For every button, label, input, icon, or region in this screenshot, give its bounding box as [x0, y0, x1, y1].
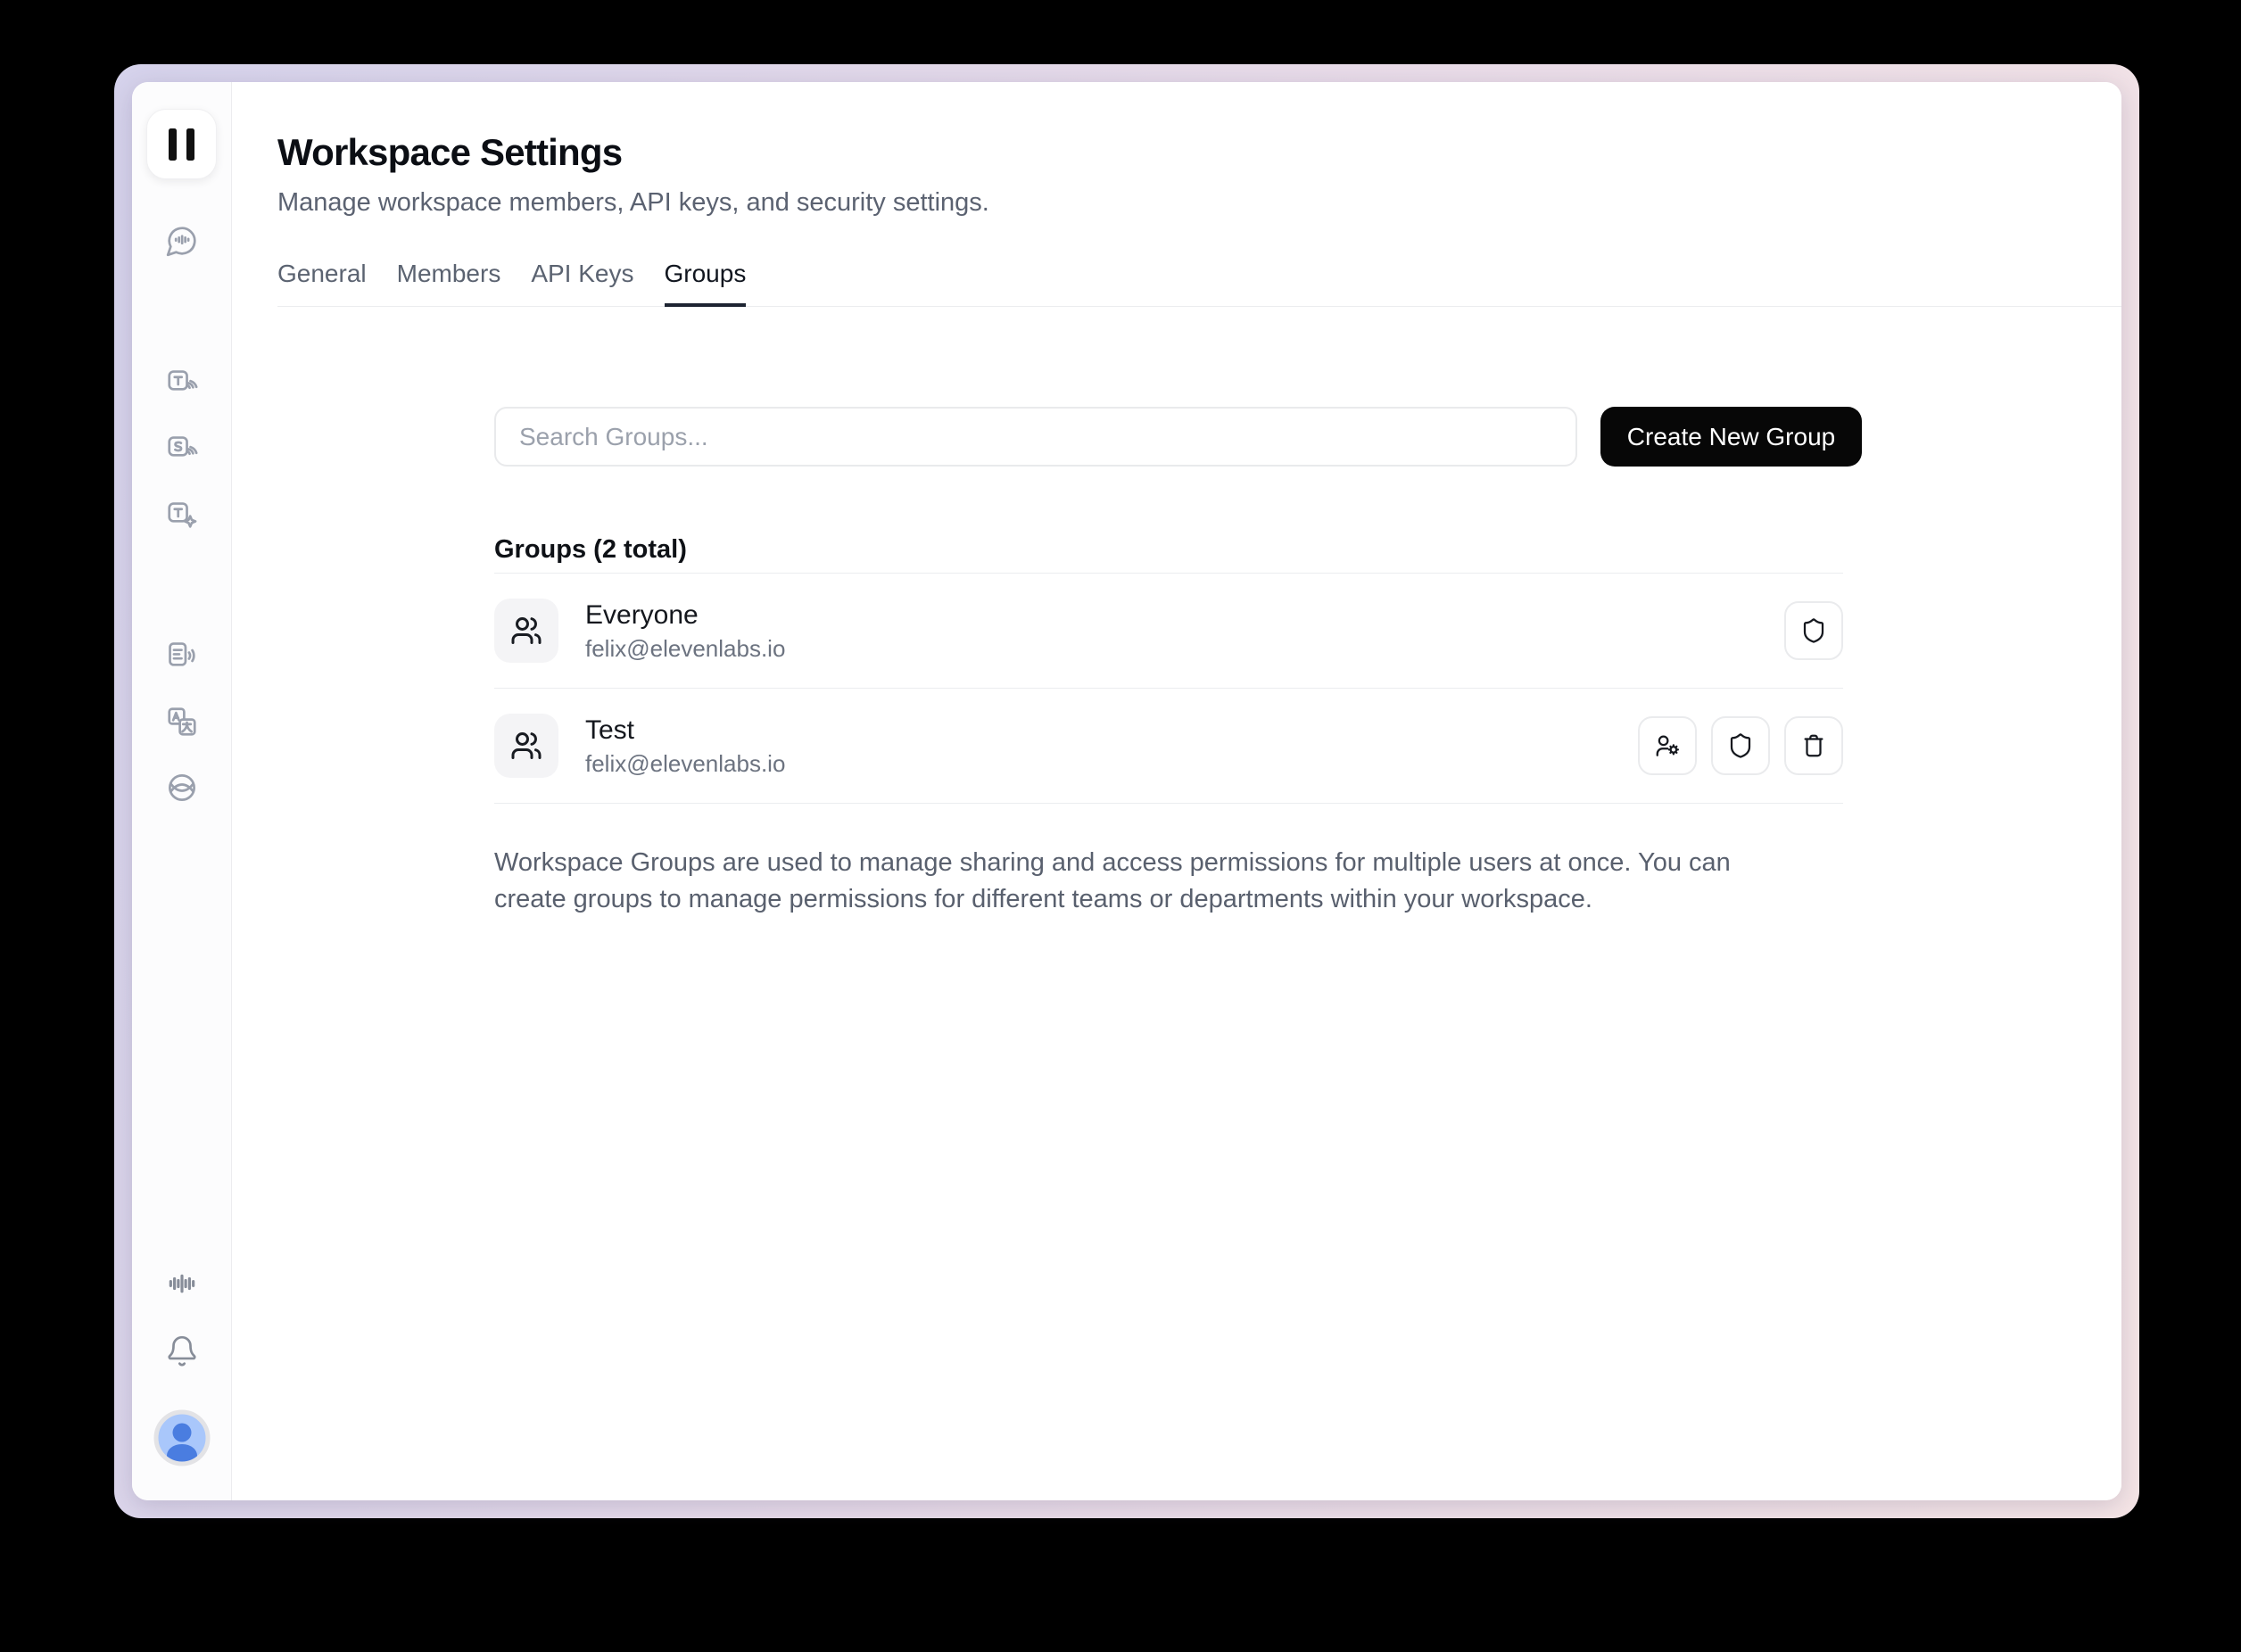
shield-icon	[1727, 732, 1754, 759]
user-cog-icon	[1654, 732, 1681, 759]
document-audio-icon[interactable]	[161, 635, 203, 676]
sidebar	[132, 82, 232, 1500]
row-actions	[1784, 601, 1843, 660]
globe-icon[interactable]	[161, 767, 203, 808]
translate-icon[interactable]	[161, 701, 203, 742]
groups-count-heading: Groups (2 total)	[494, 534, 1862, 565]
logo-bar	[169, 128, 177, 161]
speech-to-speech-icon[interactable]	[161, 429, 203, 470]
row-actions	[1638, 716, 1843, 775]
list-divider	[494, 803, 1843, 804]
search-groups-input[interactable]	[494, 407, 1577, 467]
user-avatar[interactable]	[153, 1409, 211, 1466]
manage-members-button[interactable]	[1638, 716, 1697, 775]
trash-icon	[1800, 732, 1827, 759]
group-avatar-tile	[494, 714, 558, 778]
tab-groups[interactable]: Groups	[665, 259, 747, 307]
tab-api-keys[interactable]: API Keys	[531, 259, 633, 307]
shield-icon	[1800, 617, 1827, 644]
settings-tabs: General Members API Keys Groups	[277, 259, 2121, 307]
permissions-shield-button[interactable]	[1711, 716, 1770, 775]
page-header: Workspace Settings Manage workspace memb…	[232, 82, 2121, 307]
main-panel: Workspace Settings Manage workspace memb…	[232, 82, 2121, 1500]
tab-members[interactable]: Members	[397, 259, 501, 307]
group-meta: Test felix@elevenlabs.io	[585, 714, 785, 777]
group-avatar-tile	[494, 599, 558, 663]
group-meta: Everyone felix@elevenlabs.io	[585, 599, 785, 662]
permissions-shield-button[interactable]	[1784, 601, 1843, 660]
bell-icon[interactable]	[161, 1331, 203, 1372]
logo-bar	[186, 128, 194, 161]
speech-bubble-waveform-icon[interactable]	[161, 220, 203, 261]
users-icon	[510, 730, 542, 762]
elevenlabs-logo[interactable]	[146, 109, 217, 179]
text-to-speech-icon[interactable]	[161, 363, 203, 404]
group-owner-email: felix@elevenlabs.io	[585, 635, 785, 662]
tab-general[interactable]: General	[277, 259, 367, 307]
sound-effects-icon[interactable]	[161, 495, 203, 536]
groups-description: Workspace Groups are used to manage shar…	[494, 845, 1806, 918]
window-frame: Workspace Settings Manage workspace memb…	[114, 64, 2139, 1518]
users-icon	[510, 615, 542, 647]
group-name: Everyone	[585, 599, 785, 632]
page-subtitle: Manage workspace members, API keys, and …	[277, 187, 2121, 218]
app-window: Workspace Settings Manage workspace memb…	[132, 82, 2121, 1500]
group-owner-email: felix@elevenlabs.io	[585, 750, 785, 777]
groups-panel: Create New Group Groups (2 total)	[494, 307, 1862, 918]
waveform-icon[interactable]	[161, 1263, 203, 1304]
page-title: Workspace Settings	[277, 132, 2121, 173]
delete-group-button[interactable]	[1784, 716, 1843, 775]
group-row-everyone: Everyone felix@elevenlabs.io	[494, 574, 1843, 688]
search-row: Create New Group	[494, 407, 1862, 467]
group-name: Test	[585, 714, 785, 747]
group-row-test: Test felix@elevenlabs.io	[494, 689, 1843, 803]
create-new-group-button[interactable]: Create New Group	[1600, 407, 1862, 467]
